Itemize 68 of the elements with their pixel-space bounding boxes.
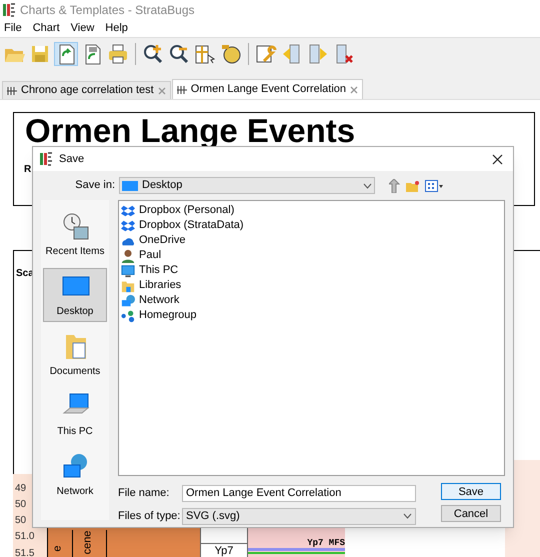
tab[interactable]: Ormen Lange Event Correlation	[172, 79, 363, 99]
dialog-button[interactable]: Cancel	[441, 505, 501, 522]
tab[interactable]: Chrono age correlation test	[2, 81, 171, 99]
age-label: 49	[15, 484, 26, 494]
column-divider	[72, 530, 73, 557]
menu-item[interactable]: File	[2, 20, 24, 36]
menu-item[interactable]: Chart	[30, 20, 62, 36]
menu-item[interactable]: Help	[103, 20, 130, 36]
save-in-dropdown[interactable]: Desktop	[119, 177, 375, 194]
age-label: 51.0	[15, 532, 34, 542]
file-type-dropdown[interactable]: SVG (.svg)	[182, 508, 416, 524]
new-folder-icon[interactable]	[406, 180, 420, 192]
age-label: 51.5	[15, 549, 34, 557]
network-icon	[121, 294, 135, 308]
person-icon	[121, 248, 135, 262]
dialog-title: Save	[59, 152, 86, 167]
toolbar-button[interactable]	[106, 42, 130, 66]
dropbox-icon	[121, 204, 135, 218]
file-list-item[interactable]: OneDrive	[121, 233, 188, 248]
file-type-label: Files of type:	[118, 508, 182, 524]
file-list-item[interactable]: Dropbox (StrataData)	[121, 218, 246, 233]
epoch-label: cene	[82, 530, 94, 554]
close-icon[interactable]	[492, 154, 503, 164]
view-menu-icon[interactable]	[425, 180, 443, 192]
monitor-icon	[122, 180, 138, 192]
file-list-item[interactable]: This PC	[121, 263, 180, 278]
folder-up-icon[interactable]	[389, 178, 401, 192]
age-label: 50	[15, 500, 26, 510]
chart-title: Ormen Lange Events	[25, 114, 356, 147]
homegroup-icon	[121, 308, 135, 322]
dialog-button[interactable]: Save	[441, 483, 501, 500]
dropbox-icon	[121, 218, 135, 232]
file-list-item[interactable]: Libraries	[121, 278, 184, 293]
epoch-label: e	[52, 545, 64, 552]
monitor-icon	[121, 264, 135, 278]
place-item[interactable]: Recent Items	[43, 208, 107, 262]
chevron-down-icon	[363, 182, 372, 188]
place-item[interactable]: Network	[43, 448, 107, 502]
zoom-out-icon	[168, 42, 190, 64]
chart-subtitle: R	[24, 163, 32, 177]
wrench-icon	[255, 42, 277, 64]
window-title: Charts & Templates - StrataBugs	[20, 2, 195, 19]
place-item[interactable]: This PC	[43, 388, 107, 442]
place-item[interactable]: Desktop	[43, 268, 107, 322]
event-label: Yp7 MFS	[306, 539, 345, 548]
place-item[interactable]: Documents	[43, 328, 107, 382]
arrow-right-icon	[307, 42, 329, 64]
age-label: 50	[15, 516, 26, 526]
column-divider	[106, 530, 107, 557]
chart-icon	[176, 84, 187, 94]
chart-icon	[7, 86, 17, 96]
badge-icon	[220, 42, 242, 64]
file-list-item[interactable]: Homegroup	[121, 308, 198, 323]
file-list-item[interactable]: Dropbox (Personal)	[121, 203, 236, 218]
toolbar-button[interactable]	[54, 42, 78, 66]
app-logo-icon	[39, 152, 53, 166]
folder-icon	[121, 278, 135, 292]
file-name-field[interactable]: Ormen Lange Event Correlation	[182, 484, 416, 502]
file-list-item[interactable]: Network	[121, 293, 182, 308]
file-name-label: File name:	[118, 486, 170, 501]
ruler-cursor-icon	[194, 42, 216, 64]
chevron-down-icon	[403, 513, 412, 519]
zoom-in-icon	[142, 42, 164, 64]
file-list-item[interactable]: Paul	[121, 248, 164, 263]
printer-icon	[107, 42, 129, 64]
app-logo-icon	[2, 3, 16, 17]
save-in-label: Save in:	[74, 178, 115, 194]
menu-item[interactable]: View	[68, 20, 96, 36]
